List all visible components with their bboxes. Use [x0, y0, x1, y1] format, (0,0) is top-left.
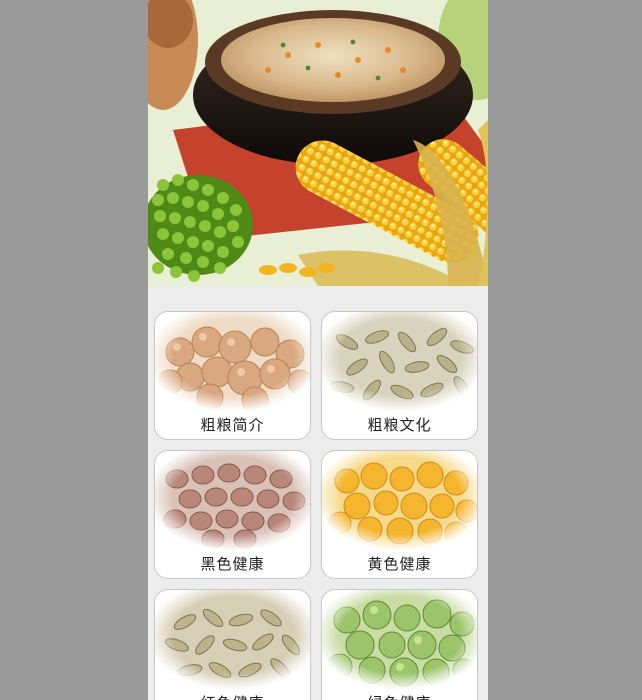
card-black-health[interactable]: 黑色健康 — [154, 450, 311, 579]
green-peas-image — [322, 590, 477, 690]
card-yellow-health[interactable]: 黄色健康 — [321, 450, 478, 579]
chickpeas-image — [155, 312, 310, 412]
mobile-page: 粗粮简介 粗粮文化 黑色健康 黄色健康 — [148, 0, 488, 700]
yellow-split-peas-image — [322, 451, 477, 551]
card-label: 绿色健康 — [322, 692, 477, 700]
card-label: 粗粮简介 — [200, 416, 265, 434]
card-label: 黄色健康 — [367, 555, 432, 573]
pumpkin-seeds-image — [322, 312, 477, 412]
card-label: 黑色健康 — [200, 555, 265, 573]
card-grain-intro[interactable]: 粗粮简介 — [154, 311, 311, 440]
card-green-health[interactable]: 绿色健康 — [321, 589, 478, 700]
pumpkin-seeds-image — [155, 590, 310, 690]
card-label: 红色健康 — [155, 692, 310, 700]
card-red-health[interactable]: 红色健康 — [154, 589, 311, 700]
banner-illustration — [148, 0, 488, 286]
brown-lentils-image — [155, 451, 310, 551]
card-label: 粗粮文化 — [367, 416, 432, 434]
banner-image[interactable] — [148, 0, 488, 286]
card-grain-culture[interactable]: 粗粮文化 — [321, 311, 478, 440]
